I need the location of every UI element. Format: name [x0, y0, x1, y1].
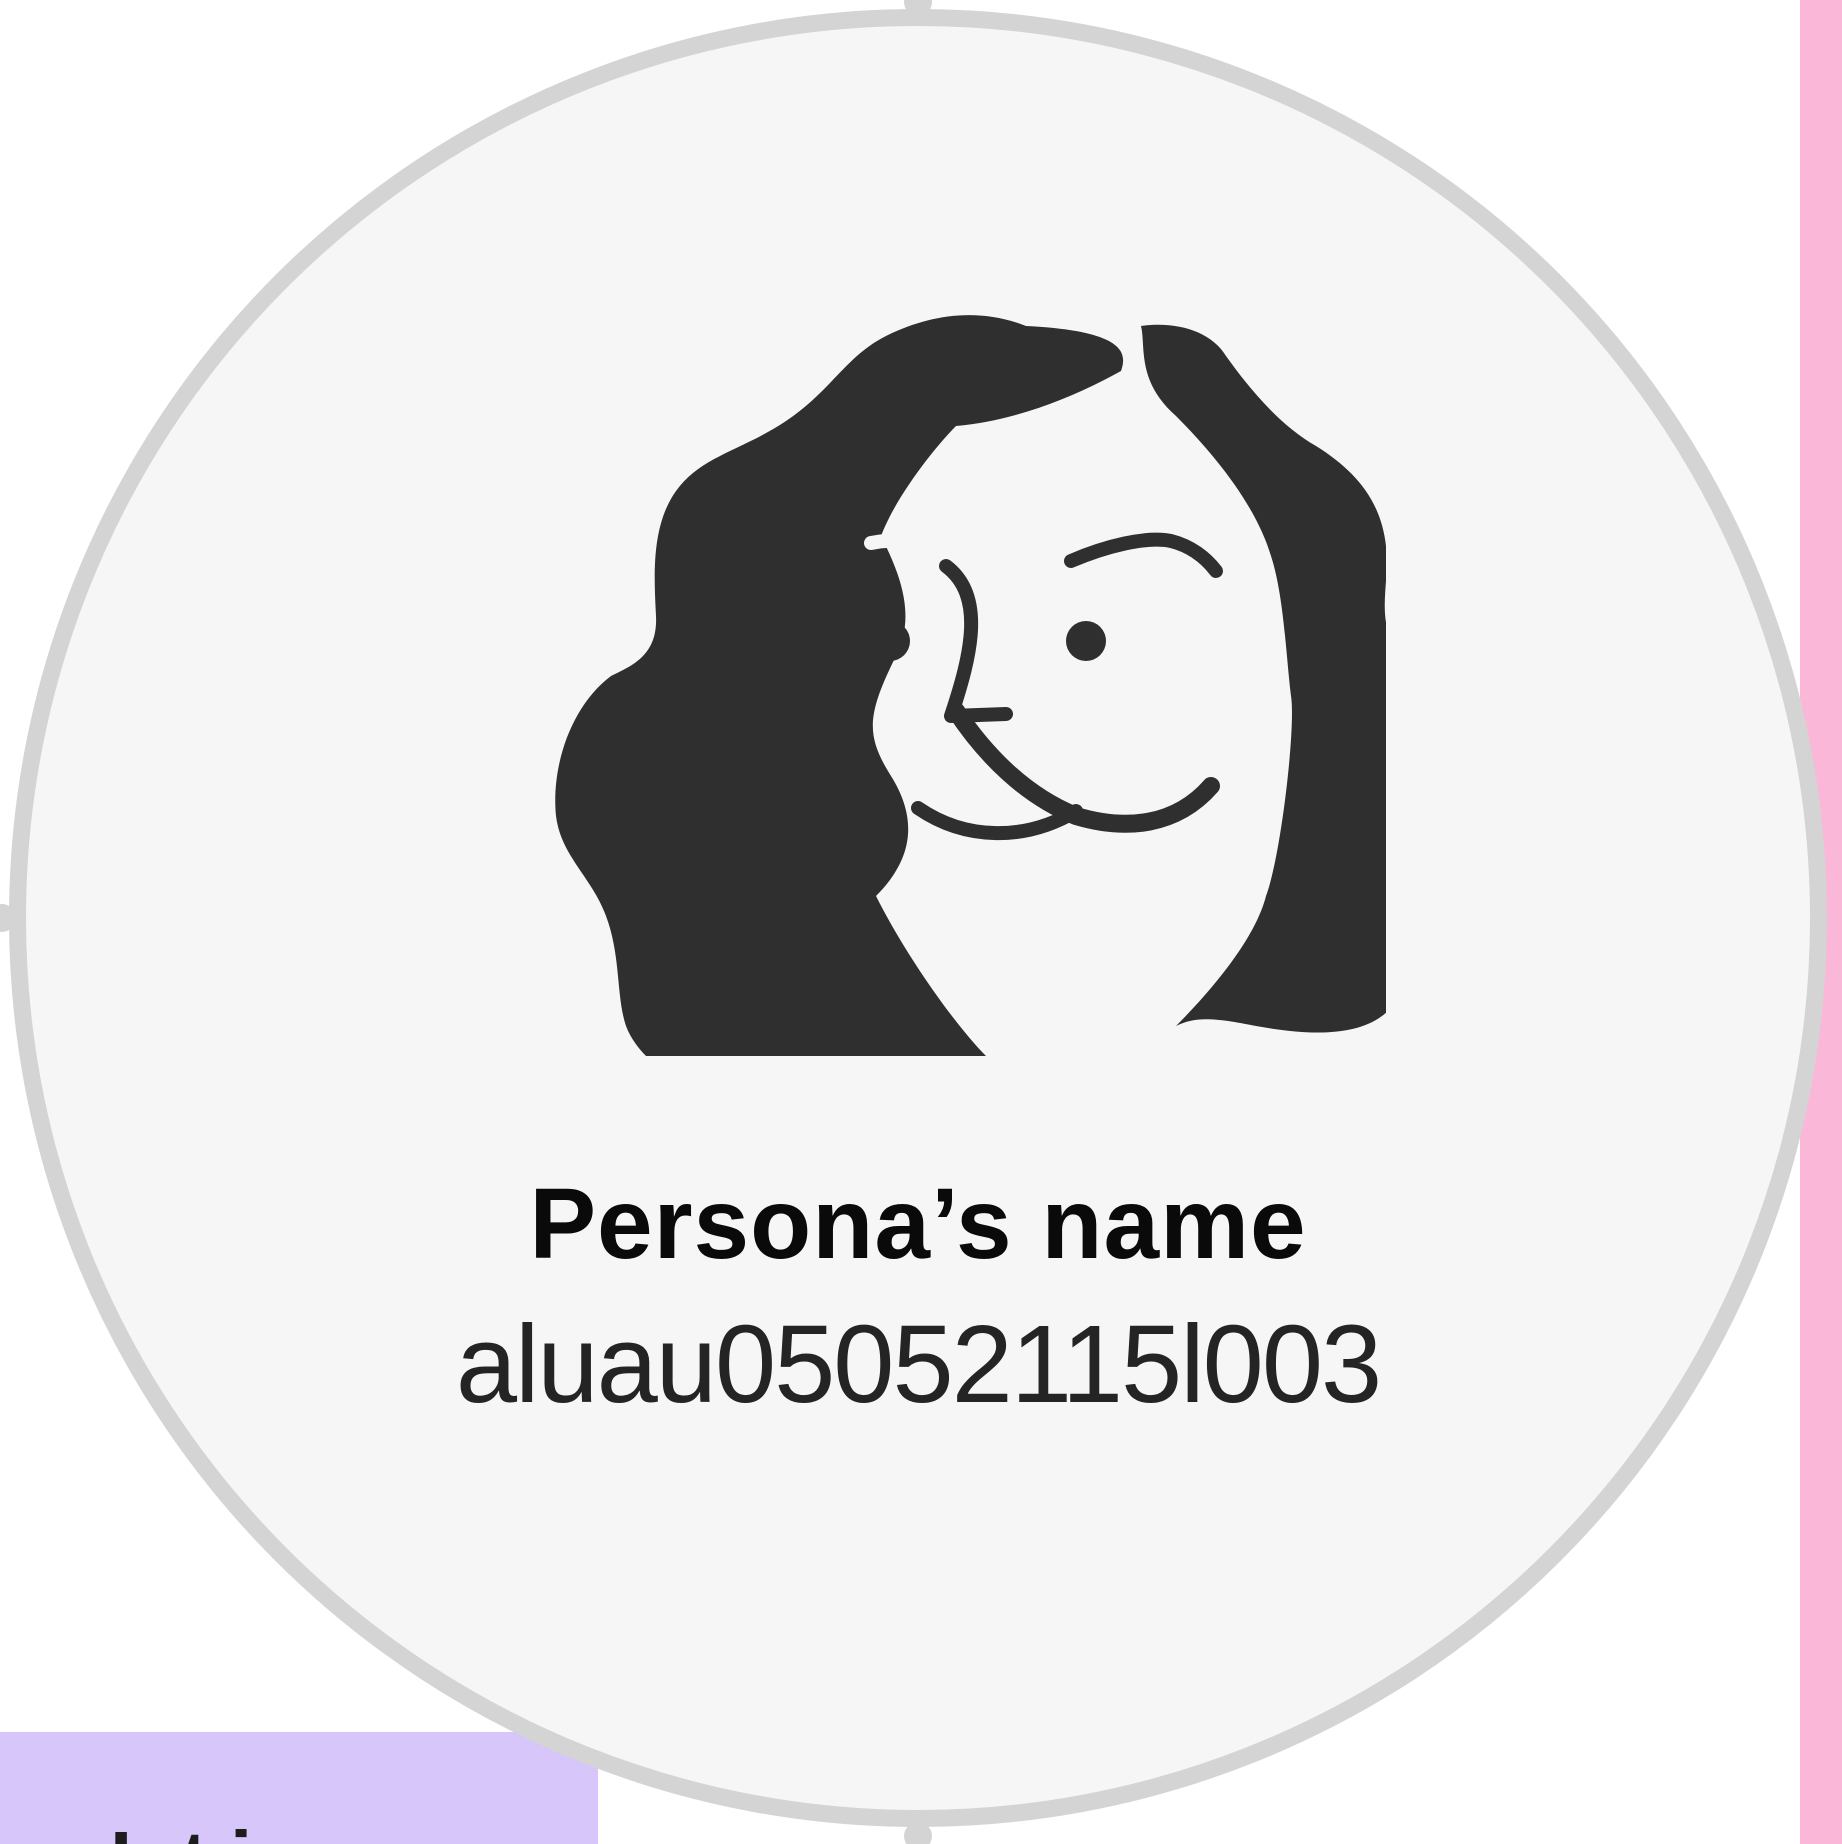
persona-name[interactable]: Persona’s name	[26, 1174, 1810, 1274]
eye-right	[1066, 621, 1106, 661]
persona-card[interactable]: Persona’s name aluau05052115l003	[9, 9, 1827, 1827]
canvas: Int i Persona’s name aluau05052115l003	[0, 0, 1842, 1844]
resize-handle-bottom[interactable]	[904, 1822, 932, 1844]
sticky-note-purple[interactable]	[0, 1732, 598, 1844]
nose	[939, 559, 1013, 723]
woman-face-icon	[555, 315, 1386, 1056]
persona-id[interactable]: aluau05052115l003	[26, 1310, 1810, 1420]
face-outline	[947, 702, 1220, 833]
eyebrow-right	[1064, 532, 1223, 578]
hair-shape-right	[1141, 324, 1386, 1033]
hair-shape	[555, 315, 1124, 1056]
eye-left	[870, 621, 910, 661]
sticky-note-purple-text: Int i	[110, 1820, 252, 1844]
